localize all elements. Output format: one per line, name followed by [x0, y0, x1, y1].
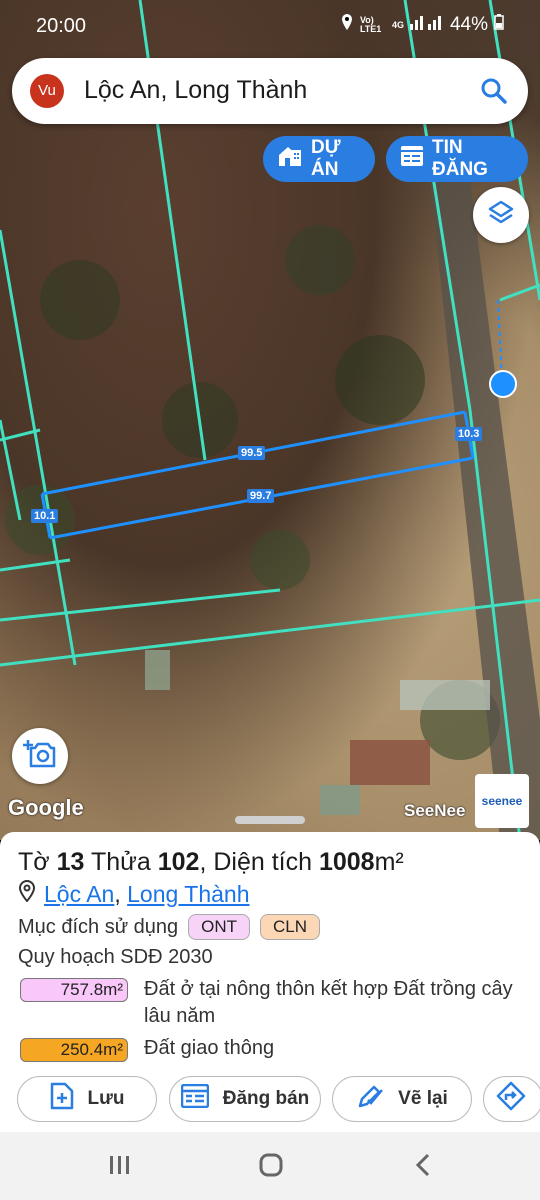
save-label: Lưu [87, 1088, 125, 1109]
battery-icon [494, 14, 504, 36]
search-input[interactable]: Lộc An, Long Thành [84, 76, 307, 105]
du-an-label: DỰ ÁN [311, 137, 341, 180]
save-button[interactable]: Lưu [17, 1076, 157, 1122]
layers-icon [487, 199, 515, 232]
directions-button[interactable] [483, 1076, 540, 1122]
area-value: 1008 [318, 848, 375, 876]
network-label: Vo) LTE1 [359, 15, 382, 34]
listing-icon [180, 1083, 209, 1114]
location-pin-icon [18, 879, 36, 908]
tin-dang-button[interactable]: TIN ĐĂNG [386, 136, 528, 182]
tag-cln[interactable]: CLN [260, 914, 321, 940]
zone-desc-1: Đất ở tại nông thôn kết hợp Đất trồng câ… [144, 978, 513, 1027]
du-an-button[interactable]: DỰ ÁN [263, 136, 375, 182]
seenee-logo[interactable]: seenee [475, 774, 529, 828]
current-location-dot [489, 370, 517, 398]
redraw-button[interactable]: Vẽ lại [332, 1076, 472, 1122]
commune-link[interactable]: Lộc An [44, 881, 114, 907]
directions-icon [496, 1081, 526, 1117]
plan-label: Quy hoạch SDĐ 2030 [18, 946, 213, 968]
seenee-logo-text: seenee [481, 794, 523, 808]
listing-icon [400, 145, 424, 173]
file-add-icon [50, 1082, 74, 1116]
location-icon [340, 14, 354, 36]
recent-apps-icon[interactable] [108, 1152, 132, 1183]
tag-ont[interactable]: ONT [188, 914, 251, 940]
measure-bottom-label: 99.7 [247, 489, 275, 503]
post-sale-button[interactable]: Đăng bán [169, 1076, 321, 1122]
post-sale-label: Đăng bán [222, 1088, 310, 1109]
district-link[interactable]: Long Thành [127, 881, 249, 907]
building-icon [277, 144, 303, 174]
google-logo: Google [8, 795, 84, 820]
seenee-label: SeeNee [404, 801, 466, 820]
camera-add-button[interactable] [12, 728, 68, 784]
camera-add-icon [23, 739, 57, 774]
area-prefix: , Diện tích [199, 848, 312, 876]
sheet-drag-handle[interactable] [235, 816, 305, 824]
land-use-purpose: Mục đích sử dụng ONT CLN [18, 914, 321, 940]
area-unit: m² [374, 848, 404, 876]
home-icon[interactable] [258, 1152, 284, 1183]
search-icon[interactable] [480, 77, 508, 110]
tin-dang-label: TIN ĐĂNG [432, 137, 488, 180]
sheet-prefix: Tờ [18, 848, 50, 876]
purpose-label: Mục đích sử dụng [18, 915, 179, 938]
status-bar: 20:00 Vo) LTE1 4G 44% [0, 0, 540, 52]
android-nav-bar [0, 1132, 540, 1200]
parcel-location: Lộc An, Long Thành [18, 879, 249, 908]
measure-right-label: 10.3 [455, 427, 483, 441]
pen-check-icon [356, 1082, 384, 1116]
search-bar[interactable]: Vu Lộc An, Long Thành [12, 58, 528, 124]
layers-button[interactable] [473, 187, 529, 243]
parcel-info-sheet: Tờ 13 Thửa 102, Diện tích 1008m² Lộc An,… [0, 832, 540, 1132]
lot-number: 102 [157, 848, 200, 876]
status-time: 20:00 [36, 15, 87, 37]
signal-type: 4G [391, 19, 404, 30]
zone-desc-2: Đất giao thông [144, 1037, 275, 1059]
redraw-label: Vẽ lại [398, 1088, 448, 1109]
zone-area-2: 250.4m² [20, 1038, 128, 1062]
measure-top-label: 99.5 [238, 446, 266, 460]
lot-prefix: Thửa [90, 848, 151, 876]
location-separator: , [114, 880, 121, 907]
satellite-map[interactable]: 99.5 99.7 10.1 10.3 [0, 0, 540, 840]
parcel-title: Tờ 13 Thửa 102, Diện tích 1008m² [18, 848, 404, 877]
map-overlay [0, 0, 540, 840]
sheet-number: 13 [56, 848, 85, 876]
signal-icon [409, 14, 444, 36]
avatar[interactable]: Vu [30, 74, 64, 108]
back-icon[interactable] [412, 1152, 434, 1183]
measure-left-label: 10.1 [31, 509, 59, 523]
zone-area-1: 757.8m² [20, 978, 128, 1002]
battery-text: 44% [449, 14, 488, 35]
